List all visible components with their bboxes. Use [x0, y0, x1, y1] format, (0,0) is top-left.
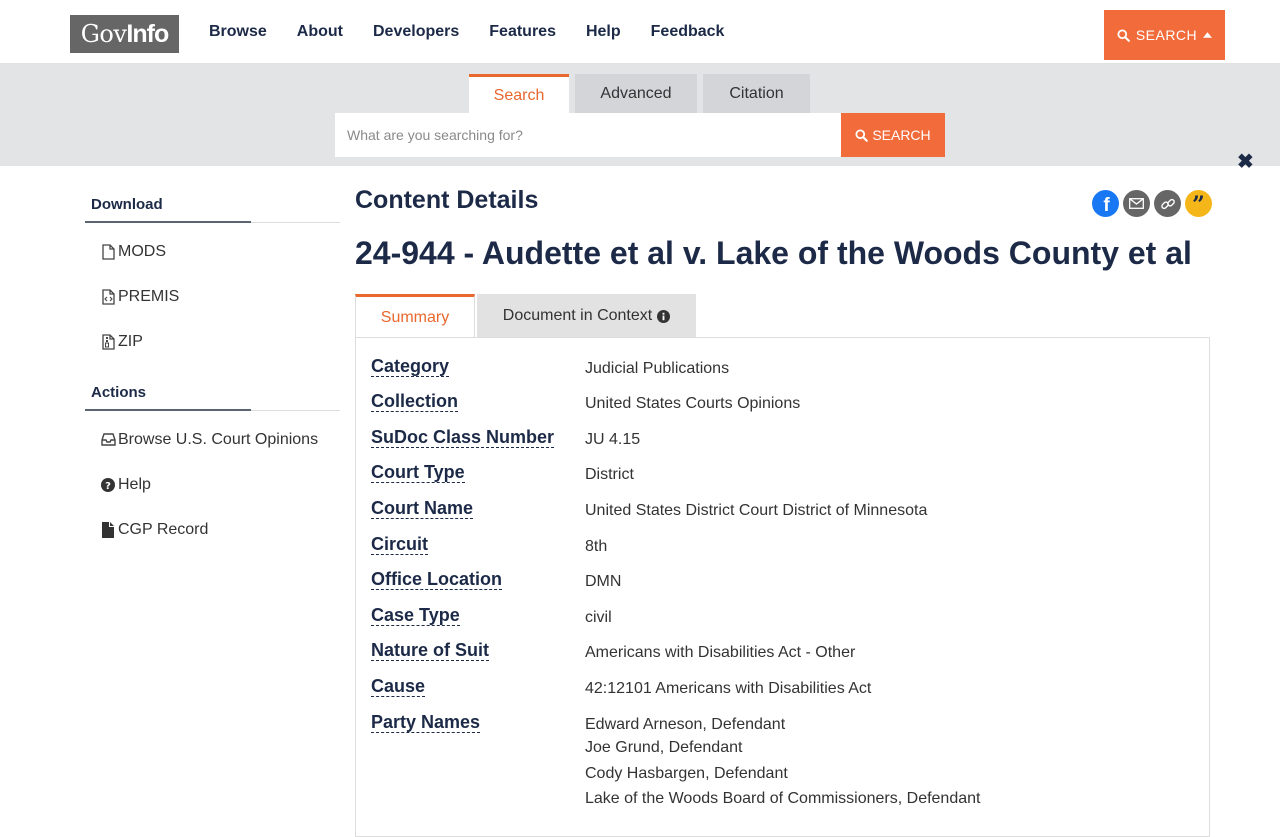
browse-court-opinions-link[interactable]: Browse U.S. Court Opinions	[99, 417, 340, 462]
cause-label[interactable]: Cause	[371, 676, 426, 697]
download-premis-label: PREMIS	[118, 287, 180, 305]
sidebar: Download MODS PREMIS ZIP Actions Browse …	[85, 190, 340, 552]
nav-features[interactable]: Features	[489, 23, 556, 41]
file-archive-icon	[99, 333, 117, 350]
info-circle-icon	[657, 309, 671, 323]
link-icon[interactable]	[1154, 190, 1181, 217]
inbox-icon	[99, 433, 117, 446]
top-search-label: SEARCH	[1135, 27, 1198, 43]
share-buttons: f ”	[1092, 190, 1212, 217]
cgp-record-link[interactable]: CGP Record	[99, 507, 340, 552]
party-names-label[interactable]: Party Names	[371, 712, 481, 733]
cause-value: 42:12101 Americans with Disabilities Act	[585, 680, 872, 697]
main-nav: Browse About Developers Features Help Fe…	[209, 0, 754, 64]
office-location-value: DMN	[585, 573, 622, 590]
search-icon	[855, 128, 869, 142]
content-tabs: Summary Document in Context	[355, 294, 698, 338]
search-submit-button[interactable]: SEARCH	[841, 113, 945, 157]
tab-search[interactable]: Search	[469, 74, 569, 114]
search-submit-label: SEARCH	[872, 127, 931, 143]
document-title: 24-944 - Audette et al v. Lake of the Wo…	[355, 235, 1192, 271]
svg-text:f: f	[1103, 195, 1110, 216]
nav-developers[interactable]: Developers	[373, 23, 459, 41]
summary-panel: Category Judicial Publications Collectio…	[355, 337, 1210, 837]
category-value: Judicial Publications	[585, 360, 730, 377]
logo-info-text: Info	[126, 19, 169, 48]
nav-about[interactable]: About	[297, 23, 343, 41]
download-list: MODS PREMIS ZIP	[85, 223, 340, 364]
quote-icon[interactable]: ”	[1185, 190, 1212, 217]
email-icon[interactable]	[1123, 190, 1150, 217]
tab-document-in-context-label: Document in Context	[502, 307, 653, 324]
download-heading: Download	[85, 190, 340, 223]
collection-value: United States Courts Opinions	[585, 395, 801, 412]
party-name-value: Lake of the Woods Board of Commissioners…	[585, 790, 981, 807]
facebook-icon[interactable]: f	[1092, 190, 1119, 217]
category-label[interactable]: Category	[371, 356, 450, 377]
download-zip-link[interactable]: ZIP	[99, 319, 340, 364]
govinfo-logo[interactable]: Gov Info	[70, 15, 179, 53]
search-input[interactable]	[335, 113, 841, 157]
help-label: Help	[118, 475, 151, 493]
file-code-icon	[99, 288, 117, 305]
office-location-label[interactable]: Office Location	[371, 569, 503, 590]
content-details-heading: Content Details	[355, 186, 539, 214]
tab-document-in-context[interactable]: Document in Context	[477, 294, 696, 338]
svg-text:”: ”	[1192, 192, 1205, 217]
top-navbar: Gov Info Browse About Developers Features…	[0, 0, 1280, 64]
court-name-label[interactable]: Court Name	[371, 498, 474, 519]
court-type-value: District	[585, 466, 634, 483]
download-premis-link[interactable]: PREMIS	[99, 274, 340, 319]
nav-help[interactable]: Help	[586, 23, 621, 41]
nature-of-suit-value: Americans with Disabilities Act - Other	[585, 644, 856, 661]
actions-list: Browse U.S. Court Opinions ? Help CGP Re…	[85, 411, 340, 552]
circuit-value: 8th	[585, 538, 608, 555]
download-mods-label: MODS	[118, 242, 166, 260]
circuit-label[interactable]: Circuit	[371, 534, 429, 555]
cgp-record-label: CGP Record	[118, 520, 209, 538]
tab-advanced[interactable]: Advanced	[575, 74, 697, 114]
svg-text:?: ?	[105, 481, 111, 492]
nav-browse[interactable]: Browse	[209, 23, 267, 41]
caret-up-icon	[1203, 32, 1213, 38]
top-search-toggle-button[interactable]: SEARCH	[1104, 10, 1225, 60]
help-link[interactable]: ? Help	[99, 462, 340, 507]
party-name-value: Joe Grund, Defendant	[585, 739, 743, 756]
file-solid-icon	[99, 521, 117, 538]
tab-citation[interactable]: Citation	[703, 74, 810, 114]
actions-heading: Actions	[85, 378, 340, 411]
download-zip-label: ZIP	[118, 332, 143, 350]
court-name-value: United States District Court District of…	[585, 502, 928, 519]
file-icon	[99, 243, 117, 260]
case-type-label[interactable]: Case Type	[371, 605, 460, 626]
question-circle-icon: ?	[99, 477, 117, 492]
case-type-value: civil	[585, 609, 612, 626]
close-icon[interactable]: ✖	[1237, 152, 1254, 172]
collection-label[interactable]: Collection	[371, 391, 459, 412]
browse-court-opinions-label: Browse U.S. Court Opinions	[118, 430, 319, 448]
sudoc-class-value: JU 4.15	[585, 431, 641, 448]
download-mods-link[interactable]: MODS	[99, 229, 340, 274]
party-name-value: Cody Hasbargen, Defendant	[585, 765, 788, 782]
search-tabs: Search Advanced Citation	[469, 74, 816, 114]
search-panel: Search Advanced Citation SEARCH ✖	[0, 64, 1280, 172]
court-type-label[interactable]: Court Type	[371, 462, 465, 483]
party-name-value: Edward Arneson, Defendant	[585, 716, 786, 733]
sudoc-class-label[interactable]: SuDoc Class Number	[371, 427, 555, 448]
search-icon	[1117, 28, 1130, 42]
tab-summary[interactable]: Summary	[355, 294, 475, 338]
logo-gov-text: Gov	[80, 20, 127, 48]
nav-feedback[interactable]: Feedback	[651, 23, 725, 41]
nature-of-suit-label[interactable]: Nature of Suit	[371, 640, 490, 661]
